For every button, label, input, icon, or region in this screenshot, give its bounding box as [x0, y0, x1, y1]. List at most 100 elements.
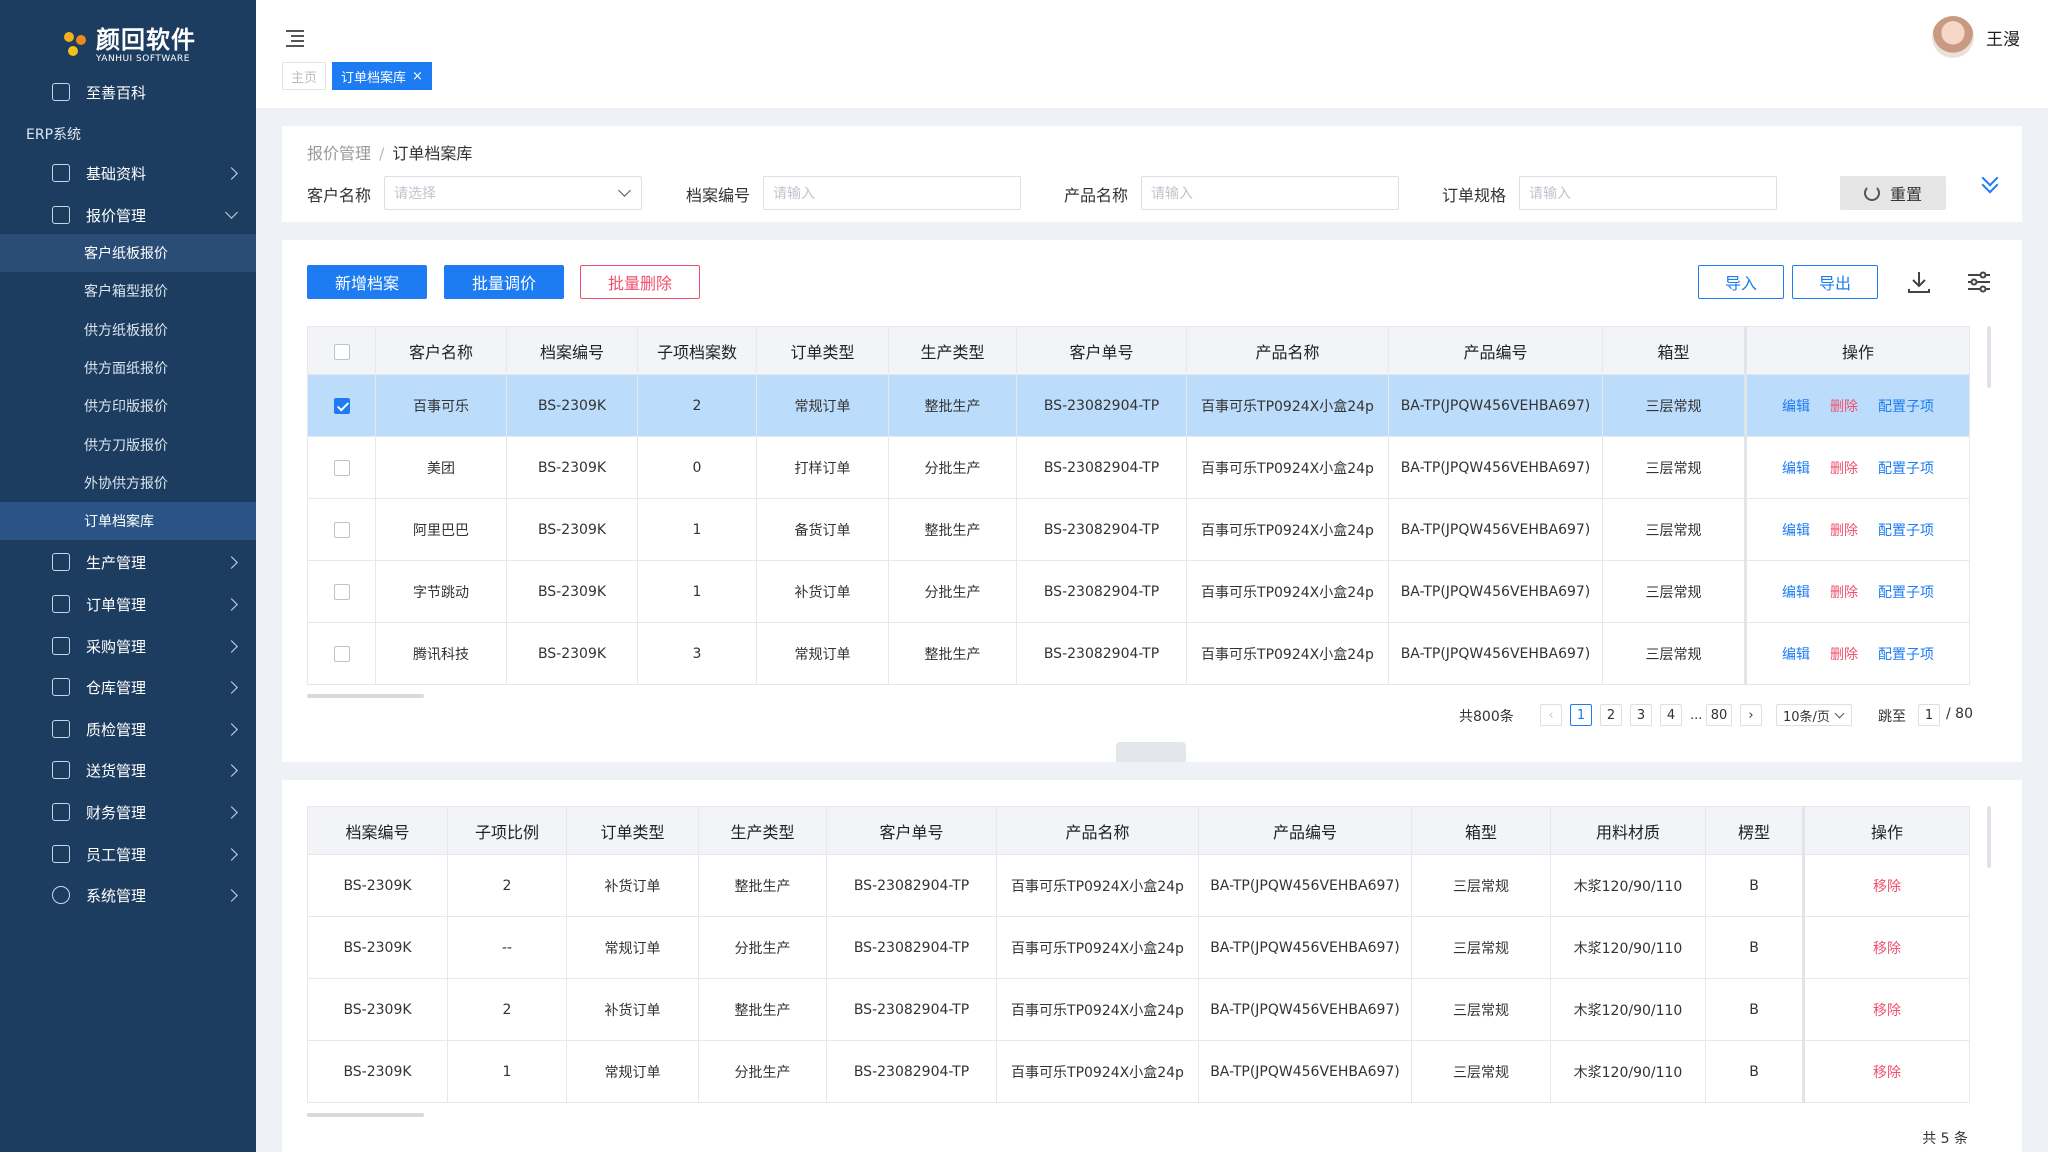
column-header[interactable]: 客户名称	[375, 326, 507, 375]
sidebar-item-system[interactable]: 系统管理	[0, 875, 256, 915]
column-header[interactable]: 客户单号	[826, 806, 997, 855]
sub-table-horizontal-scrollbar[interactable]	[307, 1113, 424, 1117]
sidebar-item-production[interactable]: 生产管理	[0, 542, 256, 582]
table-vertical-scrollbar[interactable]	[1987, 326, 1991, 388]
next-page-button[interactable]: ›	[1740, 704, 1762, 726]
sidebar-item-delivery[interactable]: 送货管理	[0, 750, 256, 790]
sidebar-subitem-supplier-plate-quote[interactable]: 供方印版报价	[0, 387, 256, 425]
table-row[interactable]: 字节跳动 BS-2309K 1 补货订单 分批生产 BS-23082904-TP 百事可乐T…	[307, 560, 1970, 623]
remove-link[interactable]: 移除	[1873, 1003, 1901, 1019]
column-header[interactable]: 产品编号	[1388, 326, 1603, 375]
edit-link[interactable]: 编辑	[1782, 523, 1810, 539]
sidebar-subitem-supplier-board-quote[interactable]: 供方纸板报价	[0, 311, 256, 349]
column-header[interactable]: 箱型	[1411, 806, 1551, 855]
add-archive-button[interactable]: 新增档案	[307, 265, 427, 299]
column-header[interactable]: 子项比例	[447, 806, 567, 855]
column-header[interactable]: 客户单号	[1016, 326, 1187, 375]
column-header[interactable]: 产品名称	[996, 806, 1199, 855]
delete-link[interactable]: 删除	[1830, 647, 1858, 663]
config-sub-items-link[interactable]: 配置子项	[1878, 523, 1934, 539]
sidebar-item-basic-data[interactable]: 基础资料	[0, 153, 256, 193]
jump-page-input[interactable]: 1	[1918, 704, 1940, 726]
column-header[interactable]: 生产类型	[888, 326, 1017, 375]
prev-page-button[interactable]: ‹	[1540, 704, 1562, 726]
page-ellipsis[interactable]: ...	[1690, 708, 1702, 723]
avatar[interactable]	[1932, 16, 1974, 58]
batch-delete-button[interactable]: 批量删除	[580, 265, 700, 299]
column-header[interactable]: 档案编号	[506, 326, 638, 375]
page-button[interactable]: 4	[1660, 704, 1682, 726]
batch-price-button[interactable]: 批量调价	[444, 265, 564, 299]
table-row[interactable]: 百事可乐 BS-2309K 2 常规订单 整批生产 BS-23082904-TP 百事可乐T…	[307, 374, 1970, 437]
sidebar-item-orders[interactable]: 订单管理	[0, 584, 256, 624]
delete-link[interactable]: 删除	[1830, 585, 1858, 601]
order-spec-input[interactable]: 请输入	[1519, 176, 1777, 210]
collapse-filter-icon[interactable]	[1980, 169, 2002, 198]
page-button[interactable]: 3	[1630, 704, 1652, 726]
export-button[interactable]: 导出	[1792, 265, 1878, 299]
close-icon[interactable]: ×	[412, 69, 423, 84]
row-checkbox[interactable]	[333, 583, 350, 600]
column-header[interactable]: 订单类型	[566, 806, 699, 855]
sidebar-subitem-customer-box-quote[interactable]: 客户箱型报价	[0, 272, 256, 310]
column-header[interactable]: 订单类型	[756, 326, 889, 375]
sidebar-item-finance[interactable]: 财务管理	[0, 792, 256, 832]
config-sub-items-link[interactable]: 配置子项	[1878, 461, 1934, 477]
config-sub-items-link[interactable]: 配置子项	[1878, 647, 1934, 663]
sidebar-item-staff[interactable]: 员工管理	[0, 834, 256, 874]
sidebar-subitem-customer-board-quote[interactable]: 客户纸板报价	[0, 234, 256, 272]
column-header[interactable]: 生产类型	[698, 806, 827, 855]
sidebar-item-quality[interactable]: 质检管理	[0, 709, 256, 749]
user-menu[interactable]: 王漫	[1932, 16, 2020, 58]
remove-link[interactable]: 移除	[1873, 1065, 1901, 1081]
sidebar-subitem-outsource-quote[interactable]: 外协供方报价	[0, 464, 256, 502]
sidebar-subitem-supplier-die-quote[interactable]: 供方刀版报价	[0, 426, 256, 464]
delete-link[interactable]: 删除	[1830, 461, 1858, 477]
config-sub-items-link[interactable]: 配置子项	[1878, 585, 1934, 601]
table-row[interactable]: 美团 BS-2309K 0 打样订单 分批生产 BS-23082904-TP 百事可乐TP0…	[307, 436, 1970, 499]
download-icon[interactable]	[1906, 269, 1932, 295]
column-header[interactable]: 楞型	[1705, 806, 1804, 855]
column-header[interactable]: 产品编号	[1198, 806, 1412, 855]
column-header[interactable]: 产品名称	[1186, 326, 1389, 375]
row-checkbox[interactable]	[333, 459, 350, 476]
archive-number-input[interactable]: 请输入	[763, 176, 1021, 210]
tab-home[interactable]: 主页	[282, 62, 327, 90]
row-checkbox[interactable]	[333, 521, 350, 538]
edit-link[interactable]: 编辑	[1782, 461, 1810, 477]
product-name-input[interactable]: 请输入	[1141, 176, 1399, 210]
edit-link[interactable]: 编辑	[1782, 585, 1810, 601]
delete-link[interactable]: 删除	[1830, 399, 1858, 415]
edit-link[interactable]: 编辑	[1782, 647, 1810, 663]
remove-link[interactable]: 移除	[1873, 941, 1901, 957]
menu-toggle-icon[interactable]	[286, 30, 304, 47]
page-size-select[interactable]: 10条/页	[1776, 704, 1852, 726]
table-row[interactable]: 阿里巴巴 BS-2309K 1 备货订单 整批生产 BS-23082904-TP 百事可乐T…	[307, 498, 1970, 561]
row-checkbox[interactable]	[333, 397, 350, 414]
sidebar-subitem-supplier-facepaper-quote[interactable]: 供方面纸报价	[0, 349, 256, 387]
table-horizontal-scrollbar[interactable]	[307, 694, 424, 698]
column-header[interactable]: 用料材质	[1550, 806, 1706, 855]
tab-order-archive[interactable]: 订单档案库 ×	[332, 62, 432, 90]
remove-link[interactable]: 移除	[1873, 879, 1901, 895]
sidebar-item-quote[interactable]: 报价管理	[0, 195, 256, 235]
panel-resize-handle[interactable]	[1116, 742, 1186, 762]
sidebar-subitem-order-archive[interactable]: 订单档案库	[0, 502, 256, 540]
column-header[interactable]: 档案编号	[307, 806, 448, 855]
page-button[interactable]: 2	[1600, 704, 1622, 726]
sub-table-vertical-scrollbar[interactable]	[1987, 806, 1991, 868]
page-button[interactable]: 1	[1570, 704, 1592, 726]
config-sub-items-link[interactable]: 配置子项	[1878, 399, 1934, 415]
breadcrumb-parent[interactable]: 报价管理	[307, 144, 371, 163]
reset-button[interactable]: 重置	[1840, 176, 1946, 210]
sidebar-item-encyclopedia[interactable]: 至善百科	[0, 72, 256, 112]
select-all-checkbox[interactable]	[333, 343, 350, 360]
table-row[interactable]: 腾讯科技 BS-2309K 3 常规订单 整批生产 BS-23082904-TP 百事可乐T…	[307, 622, 1970, 685]
column-settings-icon[interactable]	[1966, 269, 1992, 295]
customer-name-select[interactable]: 请选择	[384, 176, 642, 210]
sidebar-item-purchase[interactable]: 采购管理	[0, 626, 256, 666]
page-button[interactable]: 80	[1706, 704, 1732, 726]
delete-link[interactable]: 删除	[1830, 523, 1858, 539]
column-header[interactable]: 箱型	[1602, 326, 1746, 375]
sidebar-item-warehouse[interactable]: 仓库管理	[0, 667, 256, 707]
